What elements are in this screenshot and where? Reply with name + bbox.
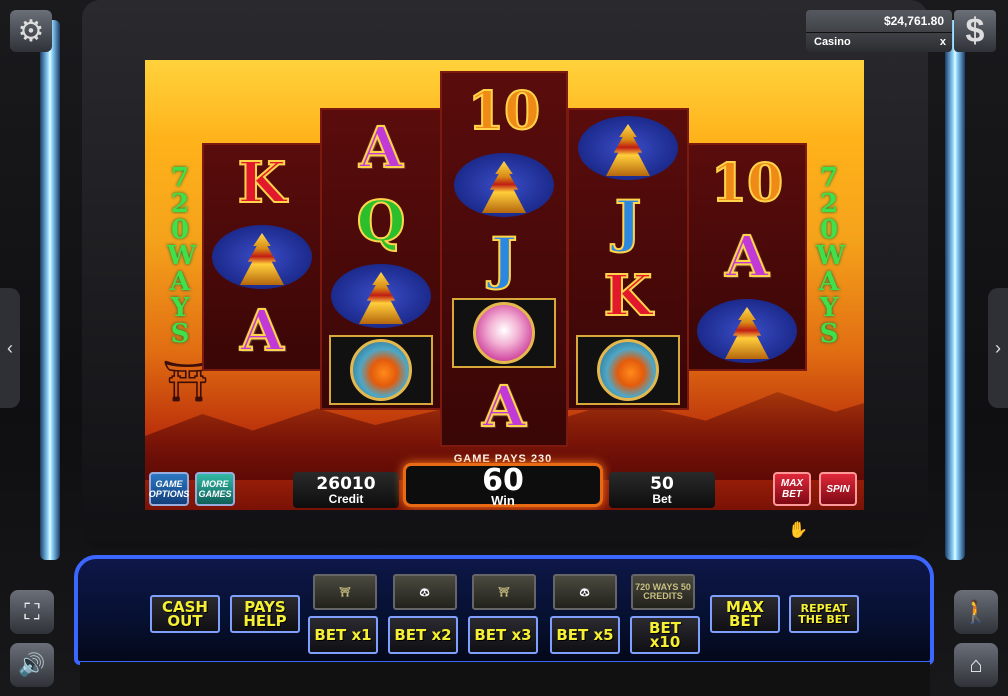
card-symbol-q: Q: [356, 188, 407, 256]
card-symbol-k: K: [237, 149, 288, 217]
card-symbol-k: K: [603, 262, 654, 330]
max-bet-button[interactable]: MAX BET: [773, 472, 811, 506]
game-options-button[interactable]: GAME OPTIONS: [149, 472, 189, 506]
card-symbol-j: J: [490, 225, 519, 293]
ways-char: 0: [819, 215, 839, 245]
credit-meter: 26010 Credit: [293, 472, 399, 508]
slot-cabinet: ⚙ $24,761.80 Casino x $ ‹ › ⛩ 7 2 0 W A …: [0, 0, 1008, 696]
win-label: Win: [491, 493, 515, 508]
ways-char: 7: [170, 163, 190, 193]
panda-symbol-icon: 🐼: [553, 574, 617, 610]
temple-symbol-icon: [320, 260, 442, 332]
bet-x10-button[interactable]: BET x10: [630, 616, 700, 654]
temple-symbol-icon: [567, 112, 689, 184]
game-screen: ⛩ 7 2 0 W A Y S 7 2 0 W A Y S GAME OPTIO…: [145, 60, 864, 510]
ways-char: Y: [819, 293, 839, 323]
exit-walk-icon[interactable]: 🚶: [954, 590, 998, 634]
settings-gear-icon[interactable]: ⚙: [10, 10, 52, 52]
temple-symbol-icon: [440, 149, 568, 221]
ways-char: Y: [170, 293, 190, 323]
next-arrow-icon[interactable]: ›: [988, 288, 1008, 408]
bet-value: 50: [650, 474, 674, 494]
card-symbol-10: 10: [710, 152, 784, 215]
ways-char: A: [169, 267, 191, 297]
cashier-dollar-icon[interactable]: $: [954, 10, 996, 52]
ways-char: W: [816, 241, 846, 271]
balance-amount: $24,761.80: [883, 14, 944, 28]
ways-char: S: [819, 319, 839, 349]
prev-arrow-icon[interactable]: ‹: [0, 288, 20, 408]
ways-char: 2: [819, 189, 839, 219]
card-symbol-a: A: [481, 373, 526, 441]
balance-panel[interactable]: $24,761.80 Casino x: [806, 10, 952, 52]
bet-x5-button[interactable]: BET x5: [550, 616, 620, 654]
volume-icon[interactable]: 🔊: [10, 643, 54, 687]
temple-symbol-icon: [687, 295, 807, 367]
bet-meter: 50 Bet: [609, 472, 715, 508]
ways-label-right: 7 2 0 W A Y S: [816, 163, 846, 349]
close-balance-button[interactable]: x: [940, 36, 946, 48]
win-meter: 60 Win: [403, 463, 603, 507]
ways-label-left: 7 2 0 W A Y S: [167, 163, 197, 349]
more-games-button[interactable]: MORE GAMES: [195, 472, 235, 506]
goldfish-symbol-icon: [567, 334, 689, 406]
home-icon[interactable]: ⌂: [954, 643, 998, 687]
card-symbol-j: J: [614, 188, 643, 256]
temple-symbol-icon: [202, 221, 322, 293]
bet-x3-button[interactable]: BET x3: [468, 616, 538, 654]
temple-symbol-icon: ⛩: [472, 574, 536, 610]
bet-x1-button[interactable]: BET x1: [308, 616, 378, 654]
ways-char: A: [818, 267, 840, 297]
ways-char: 2: [170, 189, 190, 219]
ways-char: 0: [170, 215, 190, 245]
card-symbol-a: A: [239, 297, 284, 365]
credit-label: Credit: [328, 492, 364, 506]
balance-divider: [806, 32, 952, 33]
crane-symbol-icon: [440, 297, 568, 369]
card-symbol-a: A: [358, 114, 403, 182]
ways-char: 7: [819, 163, 839, 193]
fullscreen-icon[interactable]: ⛶: [10, 590, 54, 634]
panda-symbol-icon: 🐼: [393, 574, 457, 610]
bet-label: Bet: [652, 492, 672, 506]
ways-char: S: [170, 319, 190, 349]
cash-out-button[interactable]: CASH OUT: [150, 595, 220, 633]
temple-symbol-icon: ⛩: [313, 574, 377, 610]
win-value: 60: [482, 463, 524, 498]
repeat-bet-button[interactable]: REPEAT THE BET: [789, 595, 859, 633]
hand-cursor-icon: ✋: [788, 522, 808, 539]
card-symbol-10: 10: [467, 80, 541, 143]
account-name: Casino: [814, 36, 851, 48]
spin-button[interactable]: SPIN: [819, 472, 857, 506]
ways-credits-badge: 720 WAYS 50 CREDITS: [631, 574, 695, 610]
card-symbol-a: A: [724, 223, 769, 291]
left-light-bar: [40, 20, 60, 560]
right-light-bar: [945, 20, 965, 560]
goldfish-symbol-icon: [320, 334, 442, 406]
ways-char: W: [167, 241, 197, 271]
credit-value: 26010: [316, 474, 376, 494]
deck-max-bet-button[interactable]: MAX BET: [710, 595, 780, 633]
deck-base: [80, 662, 930, 696]
pays-help-button[interactable]: PAYS HELP: [230, 595, 300, 633]
bet-x2-button[interactable]: BET x2: [388, 616, 458, 654]
